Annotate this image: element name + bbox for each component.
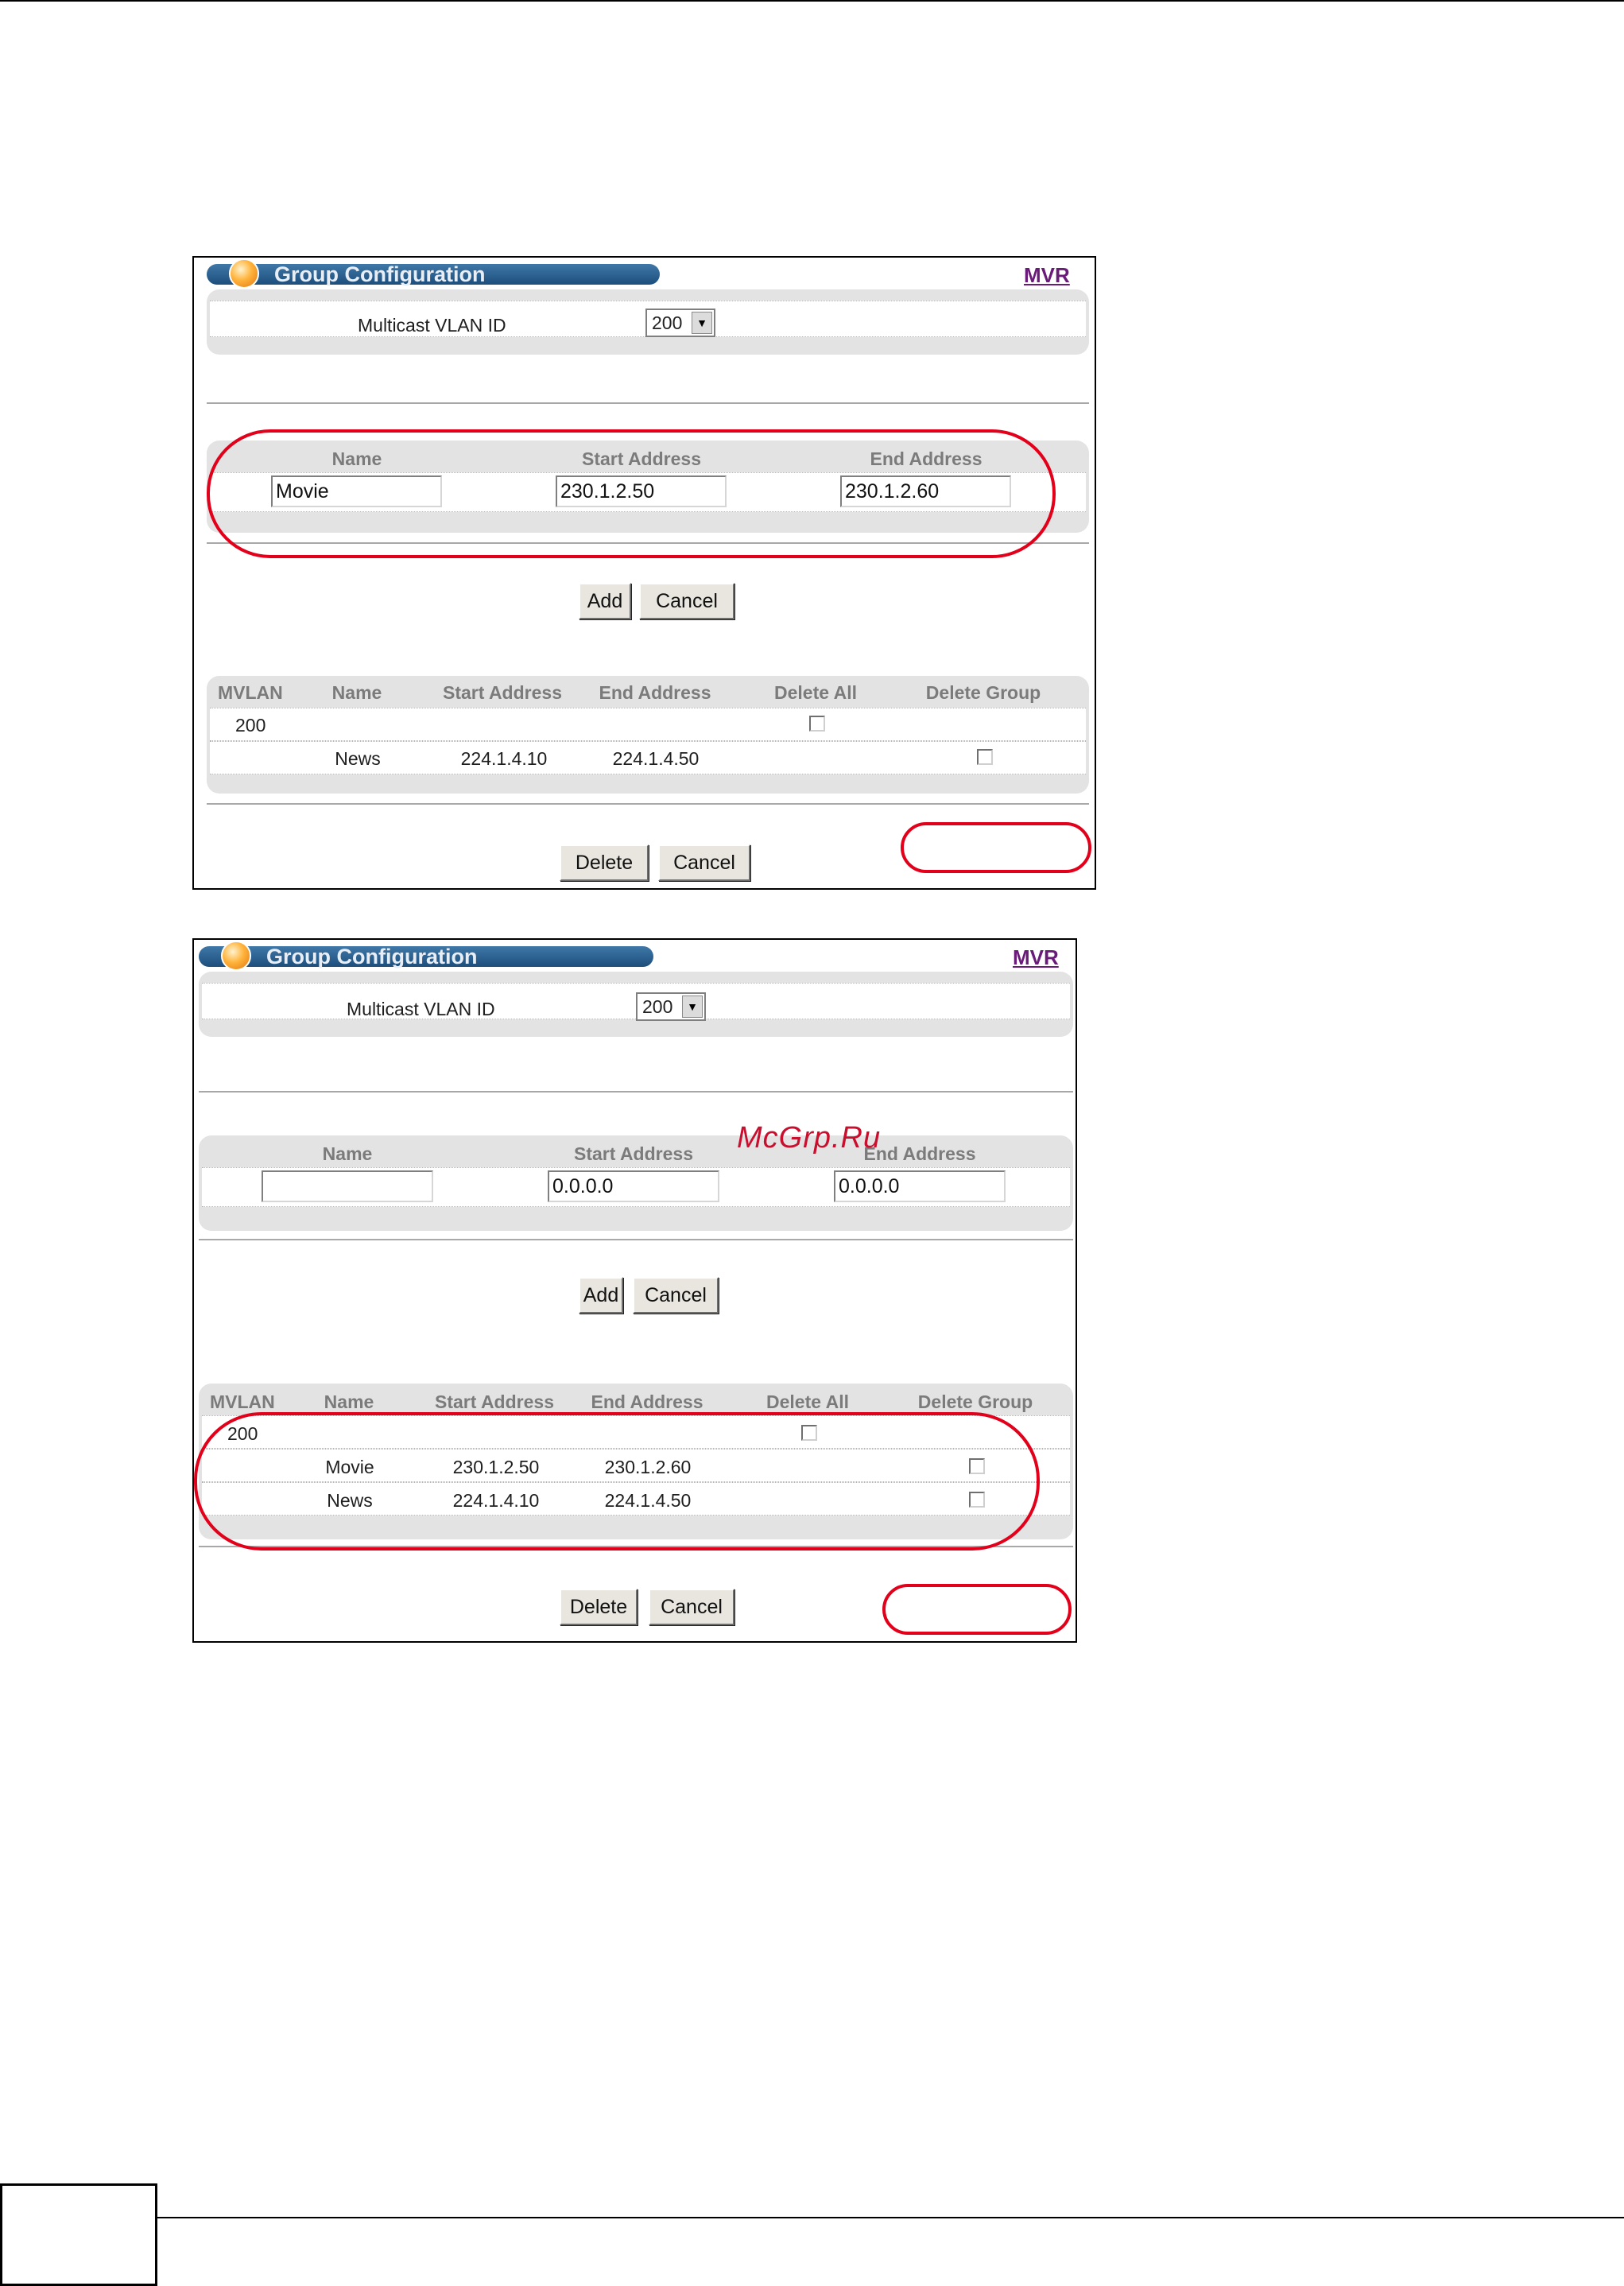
cancel-button-2[interactable]: Cancel (649, 1589, 734, 1625)
highlight-oval-form (207, 429, 1056, 558)
group-name-input[interactable] (262, 1170, 433, 1202)
title-bar: Group Configuration (199, 941, 653, 971)
page-bottom-rule (156, 2217, 1624, 2218)
multicast-vlan-select[interactable]: 200 ▼ (645, 309, 715, 337)
delete-group-checkbox[interactable] (977, 749, 993, 765)
name-header: Name (322, 1143, 373, 1164)
multicast-vlan-label: Multicast VLAN ID (358, 315, 506, 336)
row-start-address: 224.1.4.10 (460, 748, 548, 769)
page-top-rule (0, 0, 1624, 2)
divider (207, 803, 1089, 805)
highlight-oval-table (194, 1412, 1040, 1551)
group-configuration-screen-1: Group Configuration MVR Multicast VLAN I… (192, 256, 1096, 890)
name-column-header: Name (331, 682, 382, 703)
watermark-text: McGrp.Ru (737, 1121, 882, 1155)
chevron-down-icon: ▼ (682, 996, 703, 1018)
screen-title: Group Configuration (266, 945, 478, 968)
end-address-column-header: End Address (591, 1391, 703, 1412)
delete-all-header: Delete All (774, 682, 857, 703)
highlight-oval-button-area (901, 822, 1091, 873)
mvlan-value: 200 (235, 715, 266, 735)
mvr-link[interactable]: MVR (1024, 263, 1070, 288)
start-address-column-header: Start Address (443, 682, 562, 703)
screen-title: Group Configuration (274, 262, 486, 286)
delete-group-header: Delete Group (917, 1391, 1033, 1412)
page-number-box (0, 2183, 157, 2286)
cancel-button[interactable]: Cancel (639, 583, 734, 619)
divider (199, 1239, 1073, 1240)
orb-icon (221, 941, 251, 971)
start-address-column-header: Start Address (435, 1391, 554, 1412)
delete-all-checkbox[interactable] (809, 716, 825, 732)
cancel-button[interactable]: Cancel (633, 1277, 719, 1314)
title-bar: Group Configuration (207, 258, 660, 289)
delete-button[interactable]: Delete (560, 1589, 638, 1625)
cancel-button-2[interactable]: Cancel (658, 844, 750, 881)
end-address-input[interactable] (834, 1170, 1006, 1202)
multicast-vlan-select[interactable]: 200 ▼ (636, 992, 706, 1021)
start-address-header: Start Address (574, 1143, 693, 1164)
add-button[interactable]: Add (579, 1277, 623, 1314)
delete-group-header: Delete Group (925, 682, 1041, 703)
row-end-address: 224.1.4.50 (612, 748, 700, 769)
divider (207, 402, 1089, 404)
end-address-column-header: End Address (599, 682, 711, 703)
mvr-link[interactable]: MVR (1013, 945, 1059, 970)
add-button[interactable]: Add (579, 583, 631, 619)
name-column-header: Name (324, 1391, 374, 1412)
mvlan-header: MVLAN (218, 682, 283, 703)
multicast-vlan-label: Multicast VLAN ID (347, 999, 495, 1019)
table-row (210, 708, 1086, 741)
mvlan-header: MVLAN (210, 1391, 275, 1412)
divider (199, 1091, 1073, 1093)
delete-button[interactable]: Delete (560, 844, 649, 881)
orb-icon (229, 258, 259, 289)
start-address-input[interactable] (548, 1170, 719, 1202)
highlight-oval-button-area (882, 1584, 1072, 1635)
chevron-down-icon: ▼ (692, 312, 712, 334)
row-name: News (335, 748, 381, 769)
delete-all-header: Delete All (766, 1391, 849, 1412)
